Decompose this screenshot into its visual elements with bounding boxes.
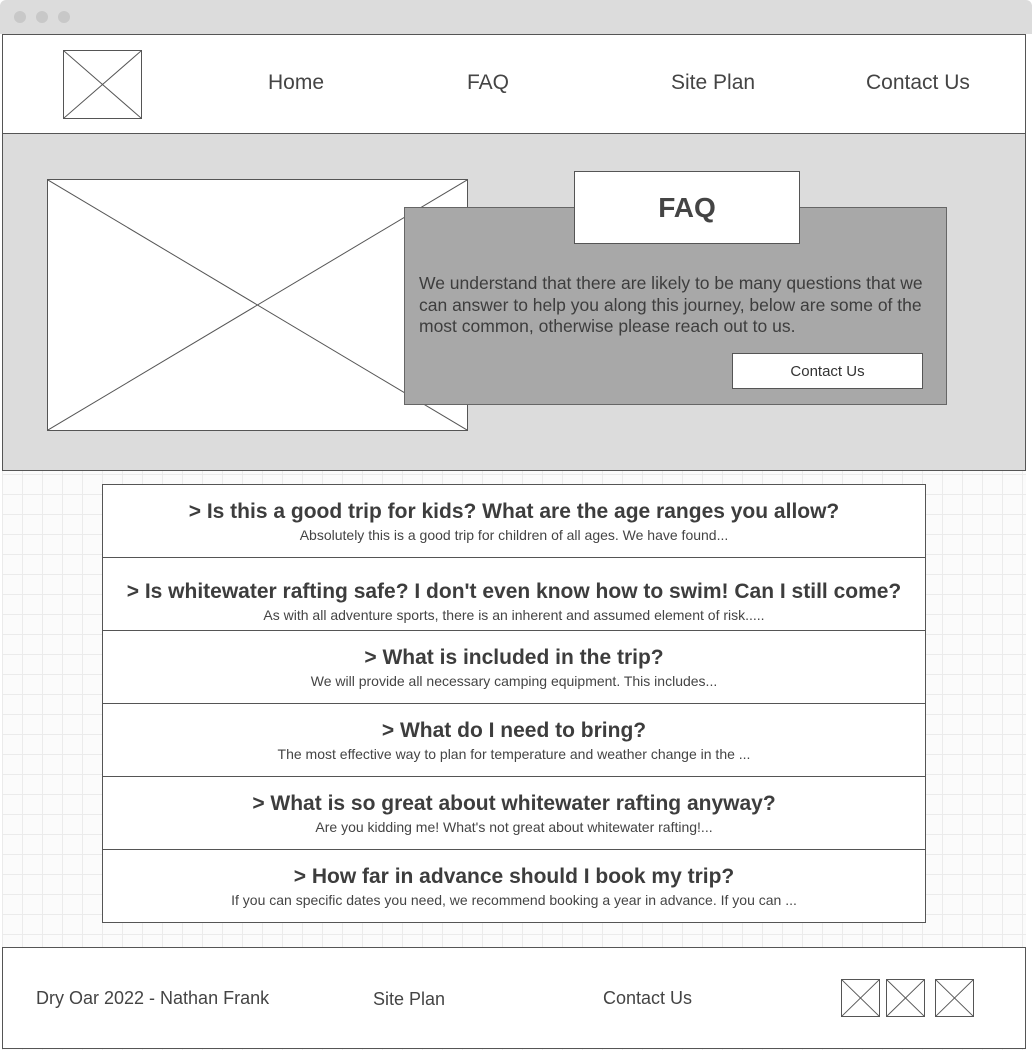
faq-question[interactable]: > Is this a good trip for kids? What are… <box>103 500 925 524</box>
window-titlebar <box>0 0 1032 34</box>
faq-item[interactable]: > What do I need to bring? The most effe… <box>102 703 926 777</box>
faq-answer-preview: As with all adventure sports, there is a… <box>263 607 765 623</box>
page-title: FAQ <box>574 171 800 244</box>
nav-link-site-plan[interactable]: Site Plan <box>671 71 755 95</box>
nav-link-faq[interactable]: FAQ <box>467 71 509 95</box>
footer-link-site-plan[interactable]: Site Plan <box>373 989 445 1010</box>
faq-item[interactable]: > How far in advance should I book my tr… <box>102 849 926 923</box>
logo-image-placeholder[interactable] <box>63 50 142 119</box>
faq-question[interactable]: > What is so great about whitewater raft… <box>103 792 925 816</box>
faq-item[interactable]: > What is included in the trip? We will … <box>102 630 926 704</box>
faq-question[interactable]: > What do I need to bring? <box>103 719 925 743</box>
faq-answer-preview: We will provide all necessary camping eq… <box>310 673 718 689</box>
window-minimize-dot[interactable] <box>36 11 48 23</box>
social-icon-placeholder[interactable] <box>935 979 974 1017</box>
window-maximize-dot[interactable] <box>58 11 70 23</box>
faq-intro-text: We understand that there are likely to b… <box>419 273 923 336</box>
nav-link-contact-us[interactable]: Contact Us <box>866 71 970 95</box>
faq-answer-preview: If you can specific dates you need, we r… <box>231 892 797 908</box>
faq-answer-preview: Absolutely this is a good trip for child… <box>299 527 729 543</box>
faq-answer-preview: Are you kidding me! What's not great abo… <box>315 819 713 835</box>
footer-link-contact-us[interactable]: Contact Us <box>603 988 692 1009</box>
contact-us-button[interactable]: Contact Us <box>732 353 923 389</box>
faq-item[interactable]: > What is so great about whitewater raft… <box>102 776 926 850</box>
social-icon-placeholder[interactable] <box>841 979 880 1017</box>
faq-item[interactable]: > Is this a good trip for kids? What are… <box>102 484 926 558</box>
nav-link-home[interactable]: Home <box>268 71 324 95</box>
window-close-dot[interactable] <box>14 11 26 23</box>
faq-item[interactable]: > Is whitewater rafting safe? I don't ev… <box>102 557 926 631</box>
faq-question[interactable]: > How far in advance should I book my tr… <box>103 865 925 889</box>
social-icon-placeholder[interactable] <box>886 979 925 1017</box>
faq-answer-preview: The most effective way to plan for tempe… <box>277 746 751 762</box>
faq-question[interactable]: > What is included in the trip? <box>103 646 925 670</box>
footer-copyright: Dry Oar 2022 - Nathan Frank <box>36 988 270 1008</box>
faq-question[interactable]: > Is whitewater rafting safe? I don't ev… <box>103 580 925 604</box>
